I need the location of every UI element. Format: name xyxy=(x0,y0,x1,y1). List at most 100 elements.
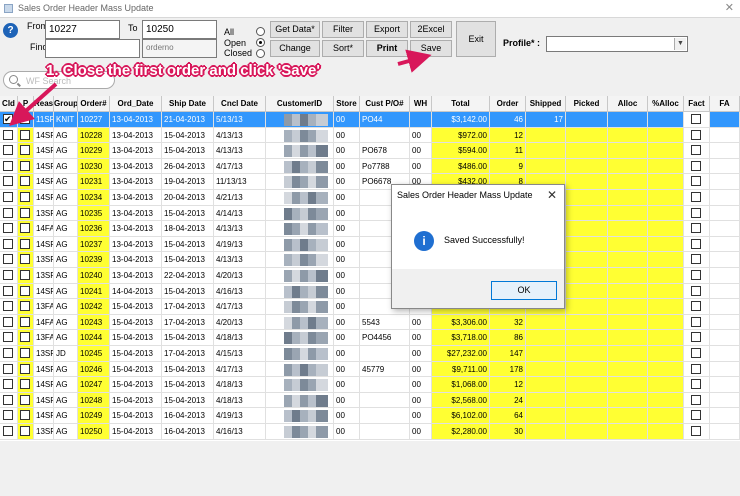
sort-button[interactable]: Sort* xyxy=(322,40,364,57)
fact-checkbox[interactable] xyxy=(691,145,701,156)
closed-checkbox[interactable] xyxy=(3,426,13,436)
p-checkbox[interactable] xyxy=(20,176,30,187)
closed-checkbox[interactable] xyxy=(3,285,13,296)
p-checkbox[interactable] xyxy=(20,114,30,124)
to-input[interactable]: 10250 xyxy=(142,20,217,39)
fact-checkbox[interactable] xyxy=(691,379,701,390)
chevron-down-icon[interactable]: ▼ xyxy=(674,38,686,50)
column-header[interactable]: Shipped xyxy=(526,96,566,112)
p-checkbox[interactable] xyxy=(20,270,30,280)
closed-checkbox[interactable] xyxy=(3,363,13,374)
p-checkbox[interactable] xyxy=(20,145,30,156)
help-icon[interactable]: ? xyxy=(3,23,18,38)
column-header[interactable]: Fact xyxy=(684,96,710,112)
p-checkbox[interactable] xyxy=(20,192,30,202)
fact-checkbox[interactable] xyxy=(691,192,701,202)
fact-checkbox[interactable] xyxy=(691,363,701,374)
closed-checkbox[interactable] xyxy=(3,176,13,187)
closed-checkbox[interactable] xyxy=(3,316,13,327)
status-open-radio[interactable] xyxy=(256,38,265,47)
column-header[interactable]: Cld xyxy=(0,96,18,112)
fact-checkbox[interactable] xyxy=(691,301,701,312)
find-input[interactable] xyxy=(45,39,140,58)
exit-button[interactable]: Exit xyxy=(456,21,496,57)
column-header[interactable]: Ship Date xyxy=(162,96,214,112)
column-header[interactable]: FA xyxy=(710,96,740,112)
column-header[interactable]: Ord_Date xyxy=(110,96,162,112)
filter-button[interactable]: Filter xyxy=(322,21,364,38)
fact-checkbox[interactable] xyxy=(691,160,701,171)
fact-checkbox[interactable] xyxy=(691,316,701,327)
save-button[interactable]: Save xyxy=(410,40,452,57)
column-header[interactable]: Store xyxy=(334,96,360,112)
from-input[interactable]: 10227 xyxy=(45,20,120,39)
closed-checkbox[interactable] xyxy=(3,145,13,156)
fact-checkbox[interactable] xyxy=(691,270,701,280)
dialog-close-icon[interactable]: ✕ xyxy=(547,188,557,202)
change-button[interactable]: Change xyxy=(270,40,320,57)
fact-checkbox[interactable] xyxy=(691,176,701,187)
closed-checkbox[interactable] xyxy=(3,410,13,421)
print-button[interactable]: Print xyxy=(366,40,408,57)
fact-checkbox[interactable] xyxy=(691,223,701,234)
closed-checkbox[interactable] xyxy=(3,223,13,234)
p-checkbox[interactable] xyxy=(20,285,30,296)
column-header[interactable]: %Alloc xyxy=(648,96,684,112)
column-header[interactable]: P xyxy=(18,96,34,112)
p-checkbox[interactable] xyxy=(20,238,30,249)
find-by-field[interactable]: orderno xyxy=(142,39,217,58)
closed-checkbox[interactable] xyxy=(3,129,13,140)
profile-select[interactable]: ▼ xyxy=(546,36,688,52)
p-checkbox[interactable] xyxy=(20,129,30,140)
p-checkbox[interactable] xyxy=(20,254,30,265)
closed-checkbox[interactable] xyxy=(3,379,13,390)
fact-checkbox[interactable] xyxy=(691,114,701,124)
fact-checkbox[interactable] xyxy=(691,332,701,343)
fact-checkbox[interactable] xyxy=(691,394,701,405)
export-button[interactable]: Export xyxy=(366,21,408,38)
p-checkbox[interactable] xyxy=(20,379,30,390)
column-header[interactable]: Total xyxy=(432,96,490,112)
status-closed-radio[interactable] xyxy=(256,49,265,58)
column-header[interactable]: Cncl Date xyxy=(214,96,266,112)
closed-checkbox[interactable] xyxy=(3,394,13,405)
p-checkbox[interactable] xyxy=(20,316,30,327)
window-close-icon[interactable]: ✕ xyxy=(725,1,734,14)
p-checkbox[interactable] xyxy=(20,394,30,405)
p-checkbox[interactable] xyxy=(20,426,30,436)
column-header[interactable]: Order# xyxy=(78,96,110,112)
p-checkbox[interactable] xyxy=(20,410,30,421)
p-checkbox[interactable] xyxy=(20,363,30,374)
closed-checkbox[interactable] xyxy=(3,301,13,312)
closed-checkbox[interactable] xyxy=(3,192,13,202)
p-checkbox[interactable] xyxy=(20,207,30,218)
column-header[interactable]: Picked xyxy=(566,96,608,112)
p-checkbox[interactable] xyxy=(20,332,30,343)
fact-checkbox[interactable] xyxy=(691,129,701,140)
ok-button[interactable]: OK xyxy=(491,281,557,300)
p-checkbox[interactable] xyxy=(20,301,30,312)
fact-checkbox[interactable] xyxy=(691,207,701,218)
closed-checkbox[interactable] xyxy=(3,332,13,343)
closed-checkbox[interactable] xyxy=(3,207,13,218)
column-header[interactable]: Order xyxy=(490,96,526,112)
column-header[interactable]: Cust P/O# xyxy=(360,96,410,112)
fact-checkbox[interactable] xyxy=(691,238,701,249)
excel-button[interactable]: 2Excel xyxy=(410,21,452,38)
column-header[interactable]: CustomerID xyxy=(266,96,334,112)
p-checkbox[interactable] xyxy=(20,160,30,171)
status-all-radio[interactable] xyxy=(256,27,265,36)
closed-checkbox[interactable] xyxy=(3,160,13,171)
fact-checkbox[interactable] xyxy=(691,285,701,296)
column-header[interactable]: WH xyxy=(410,96,432,112)
column-header[interactable]: Group xyxy=(54,96,78,112)
closed-checkbox[interactable] xyxy=(3,348,13,358)
fact-checkbox[interactable] xyxy=(691,348,701,358)
closed-checkbox[interactable] xyxy=(3,270,13,280)
p-checkbox[interactable] xyxy=(20,348,30,358)
closed-checkbox[interactable] xyxy=(3,254,13,265)
get-data-button[interactable]: Get Data* xyxy=(270,21,320,38)
closed-checkbox[interactable] xyxy=(3,238,13,249)
closed-checkbox[interactable] xyxy=(3,112,13,127)
fact-checkbox[interactable] xyxy=(691,426,701,436)
